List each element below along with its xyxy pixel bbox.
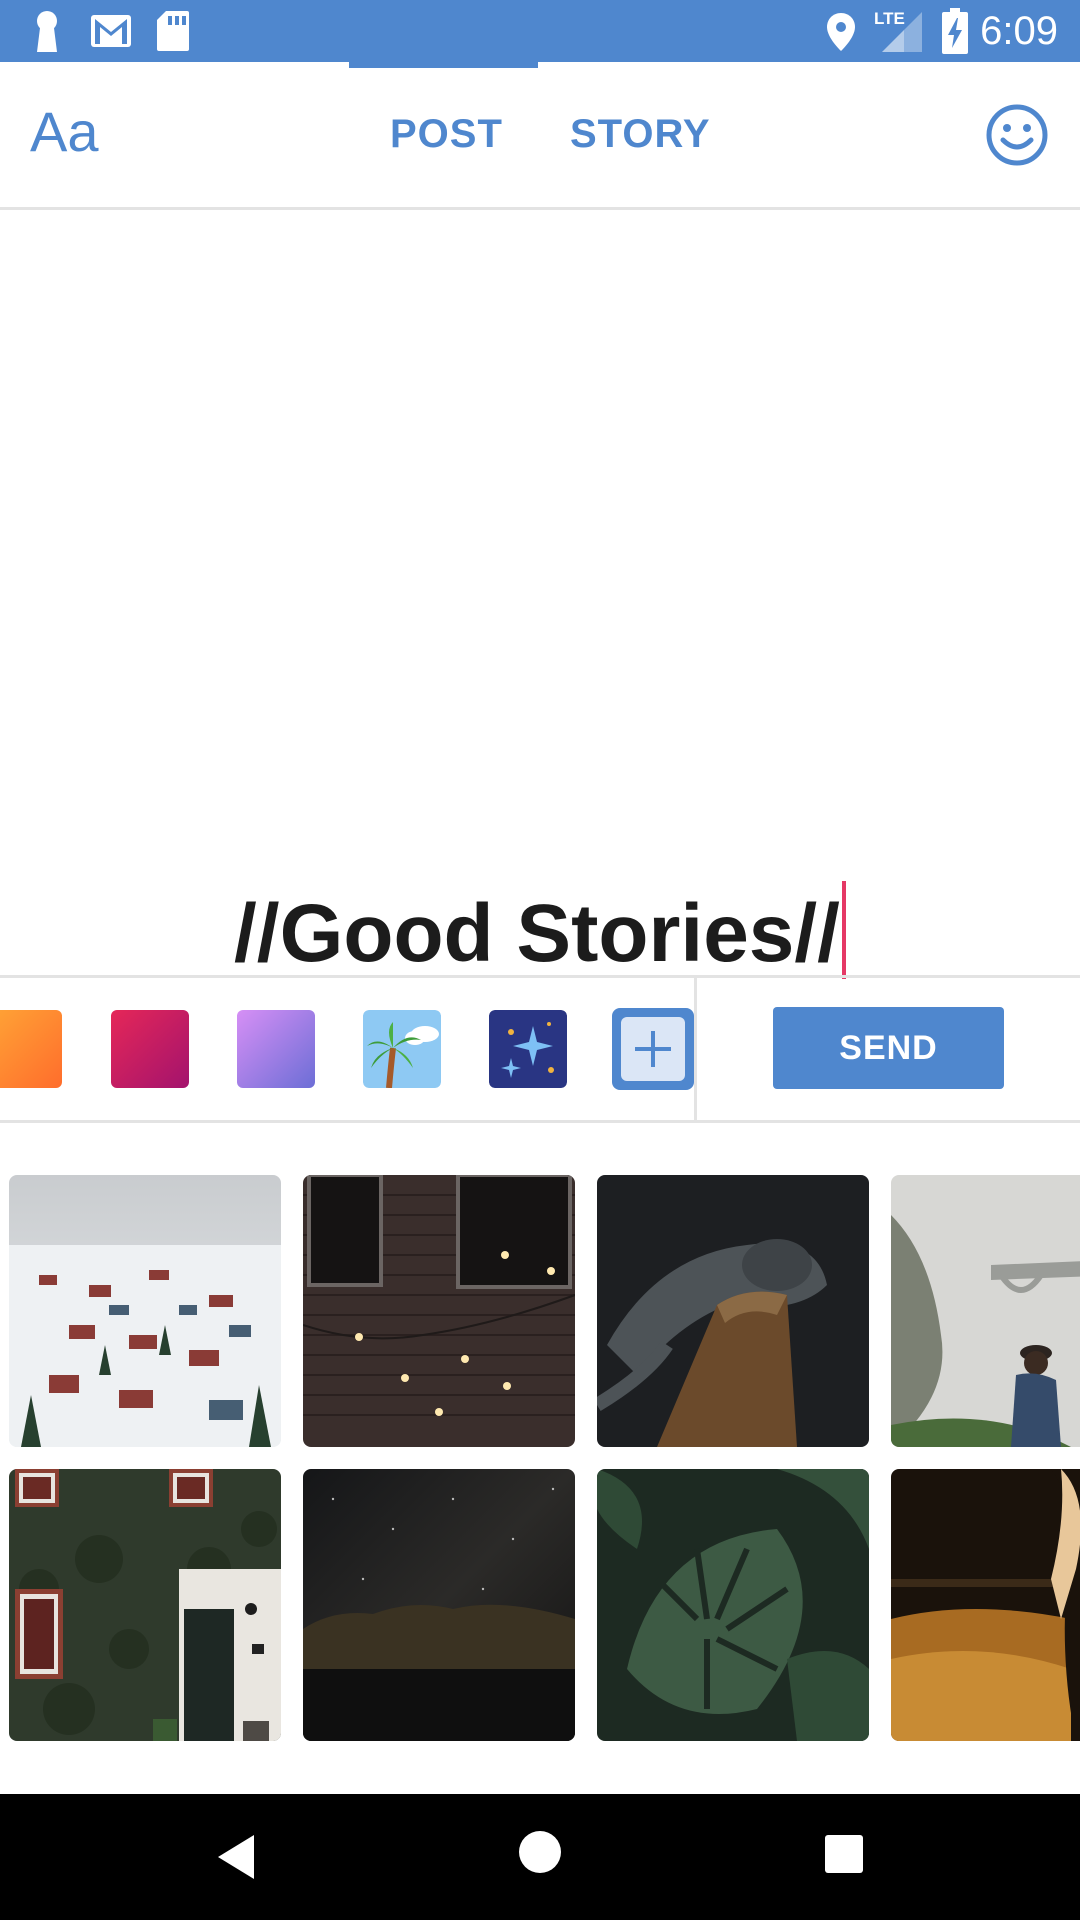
gmail-icon xyxy=(91,15,131,47)
swatch-palm-tree-image[interactable] xyxy=(363,1010,441,1088)
photo-sleeping-cat[interactable] xyxy=(597,1175,869,1447)
photo-snowy-village[interactable] xyxy=(9,1175,281,1447)
background-picker: SEND xyxy=(0,978,1080,1120)
home-icon[interactable] xyxy=(518,1830,562,1874)
header-divider xyxy=(0,207,1080,210)
photo-monstera-leaves[interactable] xyxy=(597,1469,869,1741)
composer-text: //Good Stories// xyxy=(234,888,840,979)
tab-indicator xyxy=(349,62,538,68)
photo-night-sky-mountain[interactable] xyxy=(303,1469,575,1741)
recents-icon[interactable] xyxy=(824,1834,864,1874)
keyhole-icon xyxy=(37,11,57,52)
swatch-sparkles-image[interactable] xyxy=(489,1010,567,1088)
font-style-button[interactable]: Aa xyxy=(30,102,99,162)
status-bar: LTE 6:09 xyxy=(0,0,1080,62)
location-icon xyxy=(827,13,855,51)
signal-icon xyxy=(882,12,922,52)
add-background-button[interactable] xyxy=(612,1008,694,1090)
swatch-orange-gradient[interactable] xyxy=(0,1010,62,1088)
photo-foggy-bridge-hiker[interactable] xyxy=(891,1175,1080,1447)
tab-story[interactable]: STORY xyxy=(570,112,711,156)
smiley-icon[interactable] xyxy=(984,102,1050,168)
send-button[interactable]: SEND xyxy=(773,1007,1004,1089)
photo-horse-golden-field[interactable] xyxy=(891,1469,1080,1741)
composer-area[interactable]: //Good Stories// xyxy=(0,211,1080,979)
swatch-pink-gradient[interactable] xyxy=(111,1010,189,1088)
swatch-purple-gradient[interactable] xyxy=(237,1010,315,1088)
sd-card-icon xyxy=(157,11,189,51)
composer-header: Aa POST STORY xyxy=(0,62,1080,208)
composer-text-line[interactable]: //Good Stories// xyxy=(0,881,1080,980)
text-caret xyxy=(841,881,846,979)
back-icon[interactable] xyxy=(214,1832,258,1882)
plus-icon xyxy=(635,1031,671,1067)
photo-ivy-house[interactable] xyxy=(9,1469,281,1741)
tab-post[interactable]: POST xyxy=(390,112,503,156)
toolbar-divider xyxy=(694,978,697,1120)
battery-charging-icon xyxy=(942,8,968,54)
photo-brick-wall-lights[interactable] xyxy=(303,1175,575,1447)
add-background-inner xyxy=(621,1017,685,1081)
photo-gallery xyxy=(0,1123,1080,1793)
clock-time: 6:09 xyxy=(980,9,1058,53)
system-nav-bar xyxy=(0,1794,1080,1920)
